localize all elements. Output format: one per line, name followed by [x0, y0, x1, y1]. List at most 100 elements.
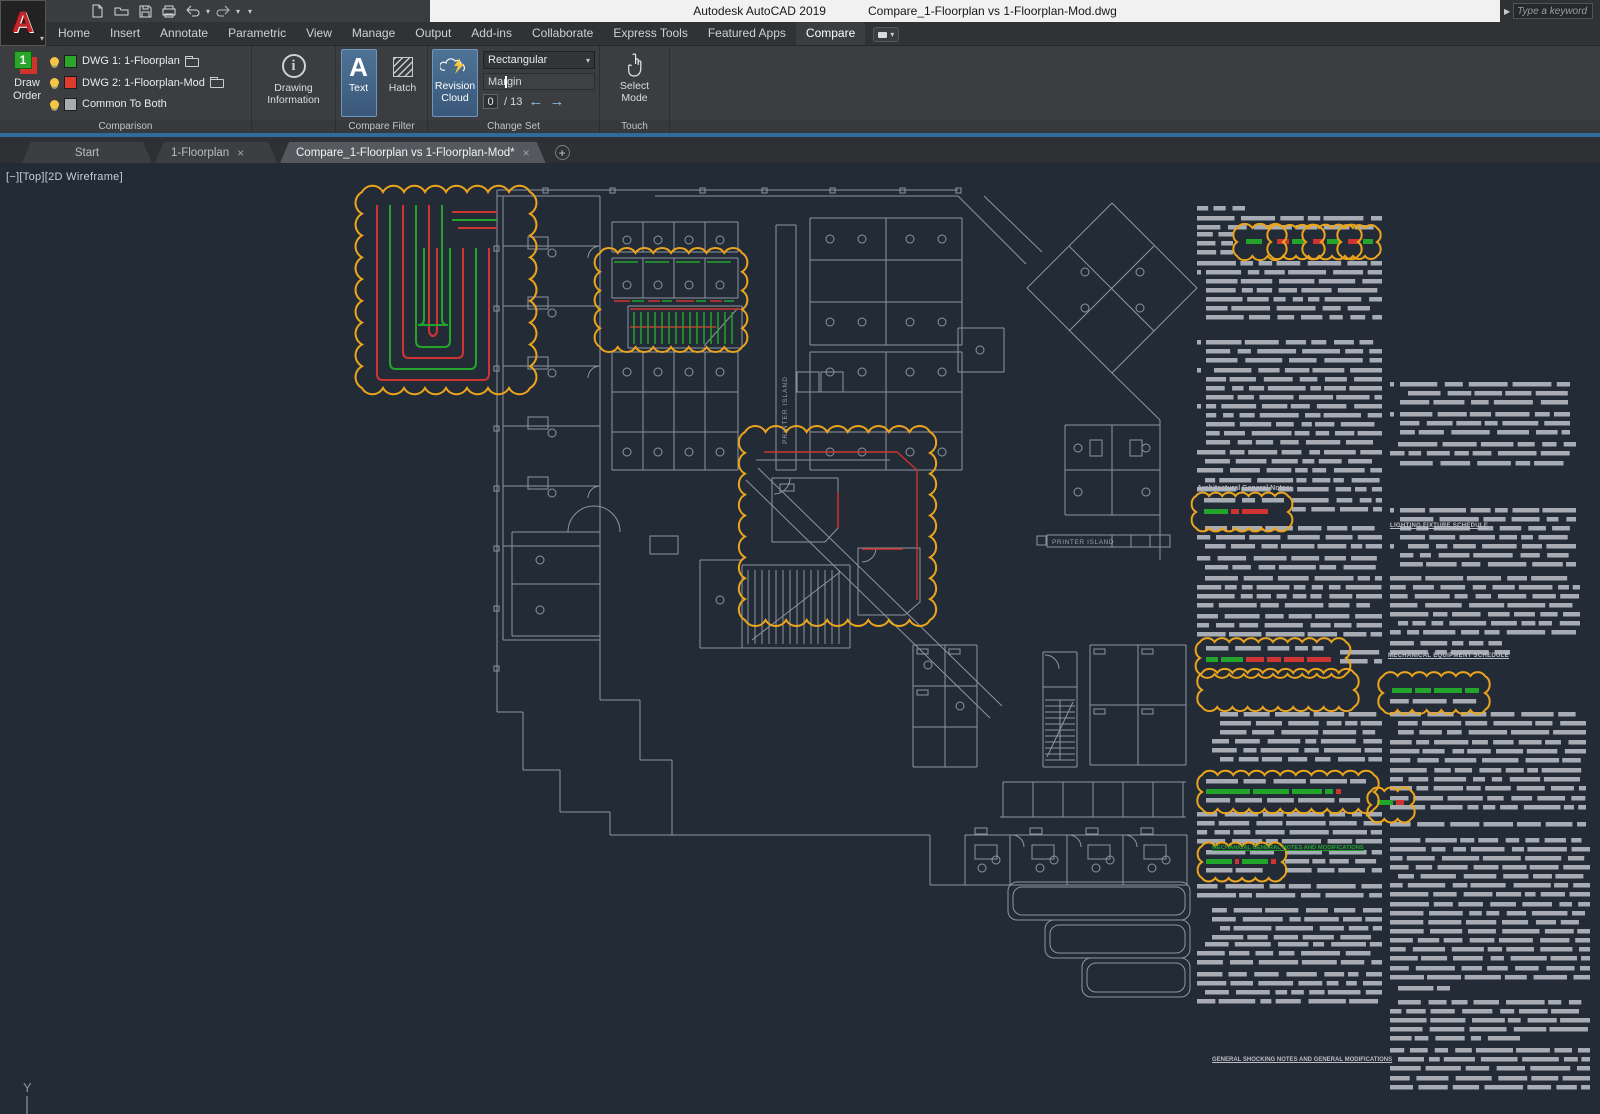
undo-icon[interactable] [182, 2, 204, 20]
compare-added-geometry [390, 205, 734, 369]
dwg1-visibility-bulb-icon[interactable] [50, 57, 59, 66]
dwg1-row[interactable]: DWG 1: 1-Floorplan [50, 51, 224, 71]
cloud-shape-select[interactable]: Rectangular ▾ [483, 51, 595, 69]
draw-order-button[interactable]: 1 Draw Order [4, 49, 50, 117]
hand-pointer-icon [626, 52, 644, 78]
undo-dropdown-icon[interactable]: ▾ [206, 7, 210, 16]
hatch-filter-label: Hatch [389, 82, 416, 94]
next-change-icon[interactable]: → [549, 96, 564, 108]
draw-order-label-1: Draw [14, 77, 40, 90]
connect-media-button[interactable]: ▾ [873, 27, 899, 42]
compare-filter-panel-label[interactable]: Compare Filter [336, 120, 428, 133]
ribbon-tab-bar: Home Insert Annotate Parametric View Man… [0, 22, 1600, 46]
ribbon-body: 1 Draw Order DWG 1: 1-Floorplan DWG 2: 1… [0, 46, 1600, 120]
revision-cloud-label-2: Cloud [441, 92, 468, 104]
printer-island-vertical-label: PRINTER ISLAND [782, 376, 789, 444]
open-file-icon[interactable] [110, 2, 132, 20]
ucs-y-axis-label: Y [23, 1080, 32, 1095]
printer-island-horizontal-label: PRINTER ISLAND [1052, 539, 1114, 546]
hatch-icon [393, 57, 413, 77]
drawing-info-label-1: Drawing [274, 82, 313, 94]
new-drawing-icon[interactable]: + [555, 145, 570, 160]
autocad-logo[interactable]: A ▾ [0, 0, 46, 46]
ribbon-tab-featured-apps[interactable]: Featured Apps [698, 22, 796, 45]
revision-cloud-icon [440, 54, 470, 78]
dwg2-color-swatch[interactable] [64, 76, 77, 89]
search-input[interactable] [1513, 3, 1593, 19]
dwg1-folder-icon[interactable] [185, 58, 199, 67]
document-tab-bar: Start 1-Floorplan× Compare_1-Floorplan v… [0, 137, 1600, 163]
panel-compare-filter: A Text Hatch [336, 46, 428, 120]
new-file-icon[interactable] [86, 2, 108, 20]
ribbon-tab-addins[interactable]: Add-ins [461, 22, 522, 45]
architectural-notes-heading: Architectural General Notes: [1197, 485, 1292, 492]
ribbon-tab-home[interactable]: Home [48, 22, 100, 45]
ribbon-tab-compare[interactable]: Compare [796, 22, 865, 45]
touch-panel-label[interactable]: Touch [600, 120, 670, 133]
redo-dropdown-icon[interactable]: ▾ [236, 7, 240, 16]
draw-order-label-2: Order [13, 90, 41, 103]
ribbon-tab-express-tools[interactable]: Express Tools [603, 22, 697, 45]
doc-tab-floorplan[interactable]: 1-Floorplan× [155, 142, 277, 163]
text-filter-label: Text [349, 82, 368, 94]
draw-order-icon: 1 [14, 51, 40, 77]
mechanical-equipment-heading: MECHANICAL EQUIPMENT SCHEDULE [1388, 653, 1509, 659]
lighting-schedule-heading: LIGHTING FIXTURE SCHEDULE [1390, 523, 1488, 529]
select-mode-button[interactable]: Select Mode [617, 49, 652, 117]
ribbon-tab-insert[interactable]: Insert [100, 22, 150, 45]
drawing-info-label-2: Information [267, 94, 320, 106]
search-area: ▶ [1500, 0, 1600, 22]
doc-tab-compare[interactable]: Compare_1-Floorplan vs 1-Floorplan-Mod*× [280, 142, 546, 163]
close-tab-icon[interactable]: × [237, 146, 244, 160]
search-expand-icon[interactable]: ▶ [1504, 7, 1510, 16]
panel-change-set: Revision Cloud Rectangular ▾ Margin 0 / … [428, 46, 600, 120]
model-space-canvas[interactable]: [−][Top][2D Wireframe] PRINTER ISLAND PR… [0, 163, 1600, 1114]
previous-change-icon[interactable]: ← [528, 96, 543, 108]
dwg1-color-swatch[interactable] [64, 55, 77, 68]
margin-input[interactable]: Margin [483, 73, 595, 90]
close-tab-icon[interactable]: × [523, 146, 530, 160]
ribbon-tab-output[interactable]: Output [405, 22, 461, 45]
common-color-swatch[interactable] [64, 98, 77, 111]
drawing-canvas[interactable]: PRINTER ISLAND PRINTER ISLAND Y [0, 163, 1600, 1114]
notes-text-bars [1197, 206, 1590, 1090]
save-icon[interactable] [134, 2, 156, 20]
redo-icon[interactable] [212, 2, 234, 20]
ribbon-tab-manage[interactable]: Manage [342, 22, 405, 45]
common-visibility-bulb-icon[interactable] [50, 100, 59, 109]
plot-icon[interactable] [158, 2, 180, 20]
dwg2-row[interactable]: DWG 2: 1-Floorplan-Mod [50, 73, 224, 93]
select-mode-label-1: Select [620, 80, 649, 92]
drawing-information-button[interactable]: i Drawing Information [264, 49, 323, 117]
revision-cloud-label-1: Revision [435, 80, 475, 92]
change-set-panel-label[interactable]: Change Set [428, 120, 600, 133]
ribbon-tab-parametric[interactable]: Parametric [218, 22, 296, 45]
panel-comparison: 1 Draw Order DWG 1: 1-Floorplan DWG 2: 1… [0, 46, 252, 120]
doc-tab-start[interactable]: Start [22, 142, 152, 163]
app-title: Autodesk AutoCAD 2019 [693, 4, 826, 18]
comparison-panel-label[interactable]: Comparison [0, 120, 252, 133]
dwg2-label: DWG 2: 1-Floorplan-Mod [82, 77, 205, 89]
media-dropdown-icon: ▾ [890, 30, 894, 39]
text-filter-icon: A [349, 52, 368, 82]
ribbon-panel-labels: Comparison Compare Filter Change Set Tou… [0, 120, 1600, 133]
dwg1-label: DWG 1: 1-Floorplan [82, 55, 180, 67]
autocad-logo-letter: A [12, 6, 34, 40]
cloud-shape-value: Rectangular [488, 54, 547, 66]
logo-dropdown-icon: ▾ [40, 34, 44, 43]
changeset-index-box[interactable]: 0 [483, 94, 498, 109]
ribbon-tab-collaborate[interactable]: Collaborate [522, 22, 603, 45]
document-title: Compare_1-Floorplan vs 1-Floorplan-Mod.d… [868, 4, 1117, 18]
dwg2-folder-icon[interactable] [210, 79, 224, 88]
revision-cloud-button[interactable]: Revision Cloud [432, 49, 478, 117]
cloud-shape-dropdown-icon: ▾ [586, 56, 590, 65]
ribbon-tab-view[interactable]: View [296, 22, 342, 45]
text-filter-button[interactable]: A Text [341, 49, 377, 117]
hatch-filter-button[interactable]: Hatch [383, 49, 423, 117]
common-row[interactable]: Common To Both [50, 94, 224, 114]
media-icon [878, 32, 887, 38]
dwg2-visibility-bulb-icon[interactable] [50, 78, 59, 87]
ribbon-tab-annotate[interactable]: Annotate [150, 22, 218, 45]
qat-customize-icon[interactable]: ▾ [248, 7, 252, 16]
drawing-labels: PRINTER ISLAND PRINTER ISLAND Y [23, 376, 1114, 1095]
